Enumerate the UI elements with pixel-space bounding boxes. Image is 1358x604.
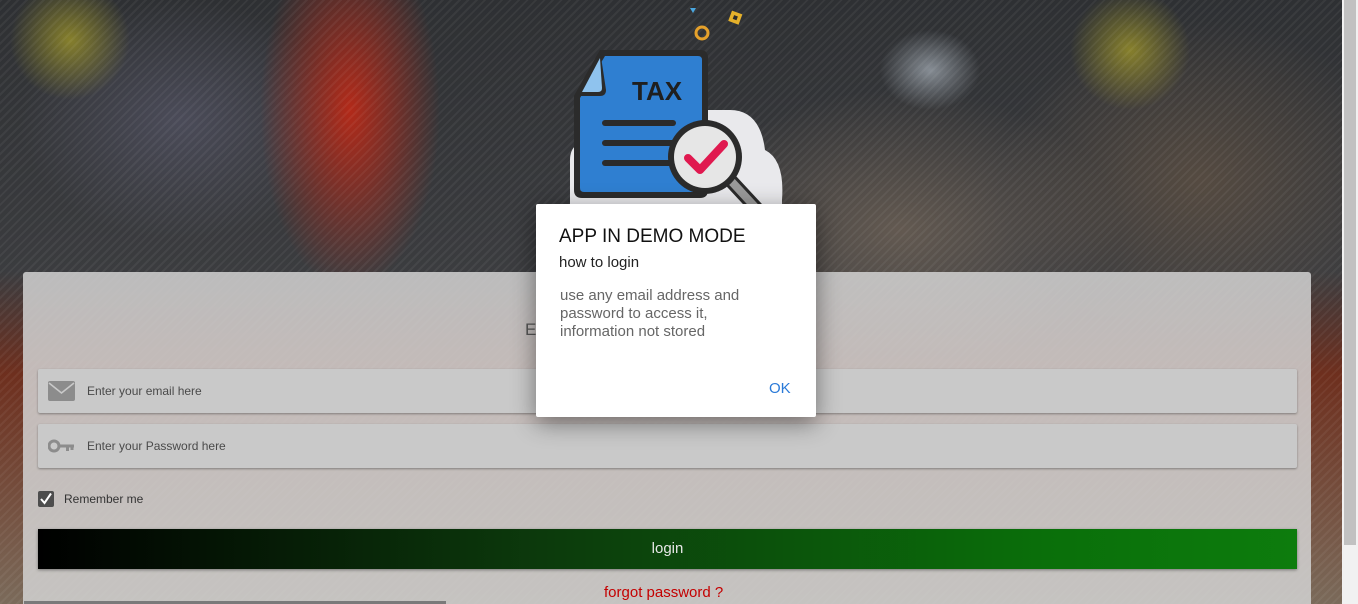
checkmark-icon <box>40 492 52 505</box>
logo-text: TAX <box>632 76 683 106</box>
password-field[interactable] <box>38 424 1297 468</box>
login-button[interactable]: login <box>38 529 1297 569</box>
password-input[interactable] <box>87 424 1277 468</box>
scrollbar-thumb[interactable] <box>1344 0 1356 545</box>
key-icon <box>48 439 74 453</box>
dialog-subtitle: how to login <box>559 254 640 271</box>
remember-label: Remember me <box>64 492 144 506</box>
login-heading: E <box>525 320 537 339</box>
demo-mode-dialog: APP IN DEMO MODE how to login use any em… <box>536 204 816 417</box>
envelope-icon <box>48 381 75 401</box>
remember-me[interactable]: Remember me <box>38 490 143 508</box>
tax-logo: TAX <box>570 8 783 230</box>
remember-checkbox[interactable] <box>38 491 54 507</box>
dialog-ok-button[interactable]: OK <box>769 380 791 397</box>
dialog-message: use any email address and password to ac… <box>560 287 740 340</box>
confetti-ring <box>694 25 710 41</box>
dialog-title: APP IN DEMO MODE <box>559 226 746 247</box>
forgot-password-link[interactable]: forgot password ? <box>604 584 723 601</box>
